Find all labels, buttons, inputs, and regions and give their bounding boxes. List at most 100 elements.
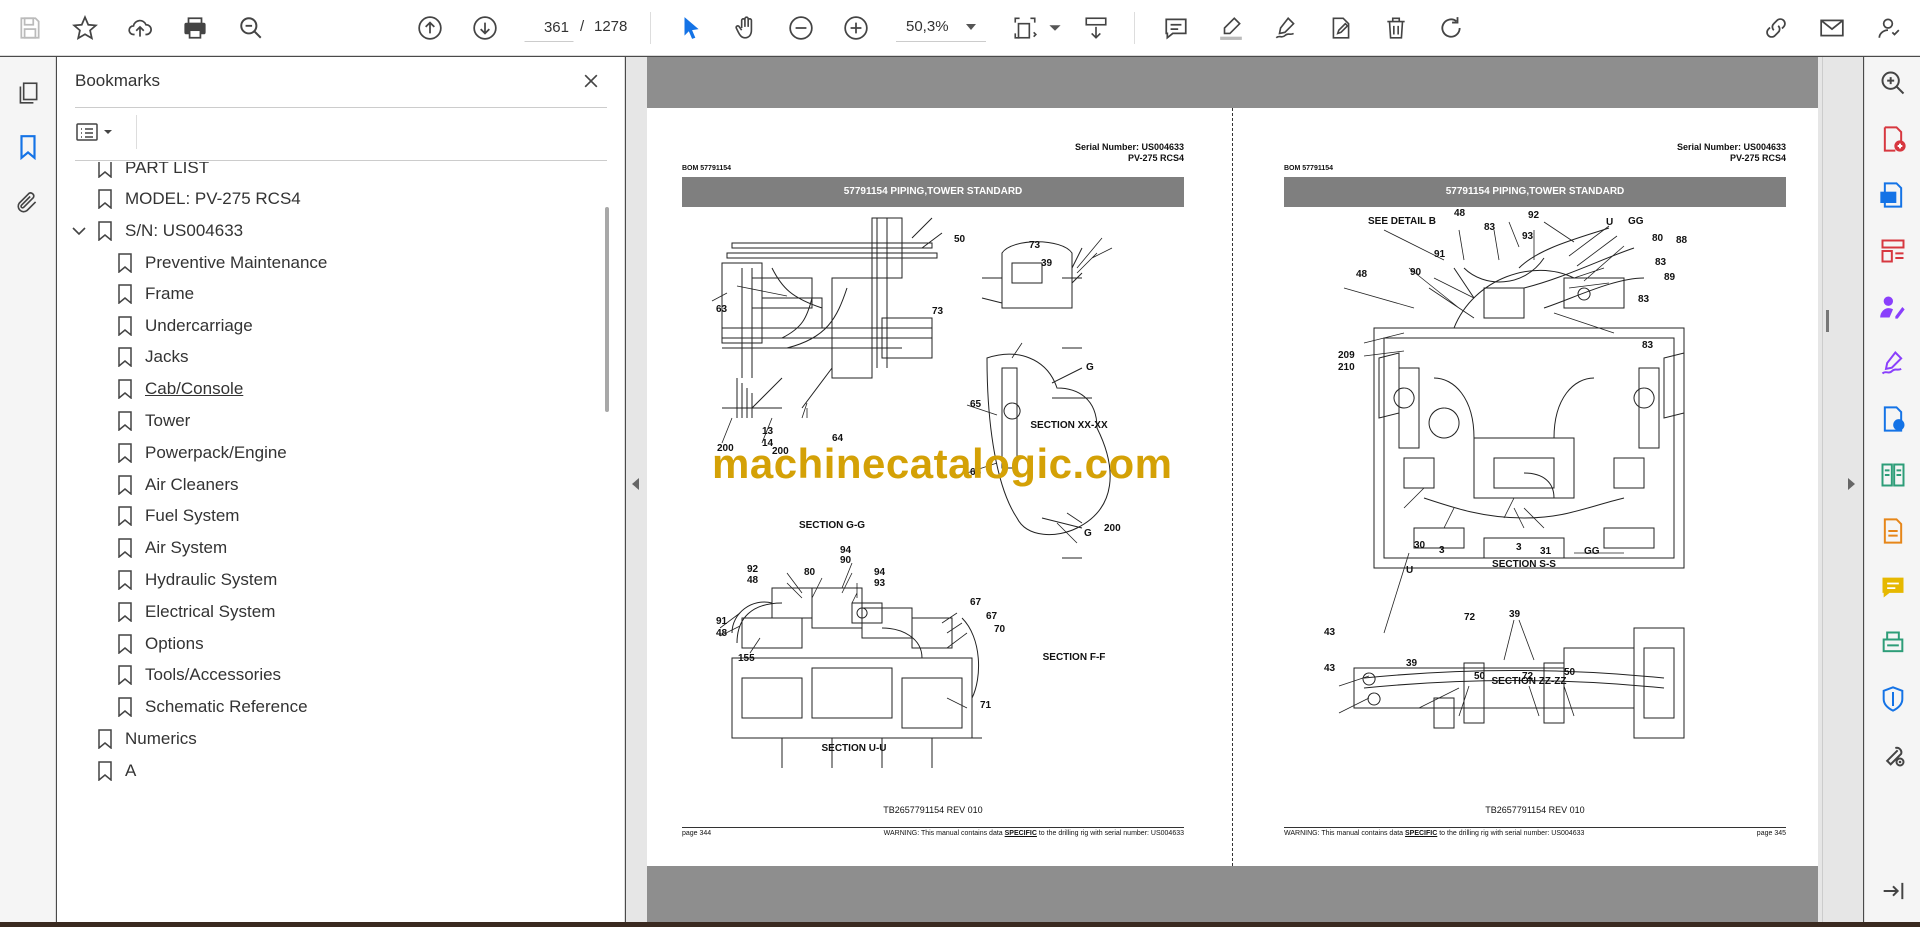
bookmark-icon bbox=[118, 570, 132, 590]
print-icon[interactable] bbox=[177, 10, 213, 46]
bookmark-item-frame[interactable]: Frame bbox=[117, 279, 194, 309]
bookmark-list: PART LIST MODEL: PV-275 RCS4 S/N: US0046… bbox=[57, 162, 597, 922]
bookmark-item-preventive-maintenance[interactable]: Preventive Maintenance bbox=[117, 248, 327, 278]
viewer-scrollbar[interactable] bbox=[1826, 310, 1829, 332]
next-page-icon[interactable] bbox=[467, 10, 503, 46]
bookmark-icon bbox=[98, 761, 112, 781]
highlight-icon[interactable] bbox=[1213, 10, 1249, 46]
bookmarks-icon[interactable] bbox=[10, 129, 46, 165]
share-link-icon[interactable] bbox=[1758, 10, 1794, 46]
bookmark-item-model[interactable]: MODEL: PV-275 RCS4 bbox=[97, 184, 301, 214]
fit-page-icon[interactable] bbox=[1007, 10, 1043, 46]
close-icon[interactable] bbox=[577, 67, 605, 95]
collapse-left-icon[interactable] bbox=[632, 478, 639, 490]
svg-text:50: 50 bbox=[1474, 671, 1486, 682]
svg-text:155: 155 bbox=[738, 653, 755, 664]
zoom-search-icon[interactable] bbox=[233, 10, 269, 46]
collapse-right-icon[interactable] bbox=[1848, 478, 1855, 490]
serial-number: Serial Number: US004633 bbox=[1676, 142, 1786, 152]
request-sign-icon[interactable] bbox=[1877, 347, 1909, 379]
attachments-icon[interactable] bbox=[10, 185, 46, 221]
scroll-mode-icon[interactable] bbox=[1078, 10, 1114, 46]
chevron-down-icon[interactable] bbox=[70, 222, 88, 240]
bookmark-icon bbox=[118, 347, 132, 367]
svg-text:67: 67 bbox=[986, 611, 998, 622]
bookmark-item-electrical-system[interactable]: Electrical System bbox=[117, 597, 275, 627]
svg-text:80: 80 bbox=[1652, 233, 1664, 244]
bookmark-item-part-list[interactable]: PART LIST bbox=[97, 162, 209, 183]
svg-text:83: 83 bbox=[1484, 222, 1496, 233]
chevron-down-icon[interactable] bbox=[966, 24, 976, 30]
warning-text: WARNING: This manual contains data SPECI… bbox=[1284, 830, 1585, 837]
page-number-input[interactable]: 361 bbox=[524, 12, 574, 42]
bookmark-item-schematic-reference[interactable]: Schematic Reference bbox=[117, 692, 308, 722]
bookmark-options-button[interactable] bbox=[75, 117, 127, 147]
collapse-icon[interactable] bbox=[1877, 875, 1909, 907]
tools-icon[interactable] bbox=[1877, 739, 1909, 771]
zoom-in-icon[interactable] bbox=[838, 10, 874, 46]
section-label: SECTION ZZ-ZZ bbox=[1492, 676, 1567, 687]
bookmark-item-jacks[interactable]: Jacks bbox=[117, 342, 188, 372]
svg-text:63: 63 bbox=[716, 304, 728, 315]
bookmark-item-hydraulic-system[interactable]: Hydraulic System bbox=[117, 565, 277, 595]
bookmark-icon bbox=[98, 221, 112, 241]
svg-text:67: 67 bbox=[970, 597, 982, 608]
export-pdf-icon[interactable] bbox=[1877, 179, 1909, 211]
page-thumbnails-icon[interactable] bbox=[10, 75, 46, 111]
bookmark-item-options[interactable]: Options bbox=[117, 629, 204, 659]
save-icon[interactable] bbox=[12, 10, 48, 46]
comment-icon[interactable] bbox=[1158, 10, 1194, 46]
bookmark-item-tower[interactable]: Tower bbox=[117, 406, 190, 436]
edit-icon[interactable] bbox=[1323, 10, 1359, 46]
main-toolbar: 361 / 1278 50,3% bbox=[0, 0, 1920, 56]
bookmark-item-a[interactable]: A bbox=[97, 756, 136, 786]
bookmark-item-numerics[interactable]: Numerics bbox=[97, 724, 197, 754]
svg-text:31: 31 bbox=[1540, 546, 1552, 557]
organize-icon[interactable] bbox=[1877, 235, 1909, 267]
svg-text:U: U bbox=[1606, 217, 1613, 228]
svg-text:93: 93 bbox=[874, 578, 886, 589]
protect-icon[interactable] bbox=[1877, 683, 1909, 715]
warning-text: WARNING: This manual contains data SPECI… bbox=[883, 830, 1184, 837]
bookmark-item-serial[interactable]: S/N: US004633 bbox=[97, 216, 243, 246]
fit-dropdown-icon[interactable] bbox=[1048, 10, 1062, 46]
rotate-icon[interactable] bbox=[1433, 10, 1469, 46]
bookmark-item-air-cleaners[interactable]: Air Cleaners bbox=[117, 470, 239, 500]
svg-text:90: 90 bbox=[1410, 267, 1422, 278]
upload-icon[interactable] bbox=[122, 10, 158, 46]
add-pdf-icon[interactable] bbox=[1877, 123, 1909, 155]
svg-text:83: 83 bbox=[1642, 340, 1654, 351]
prev-page-icon[interactable] bbox=[412, 10, 448, 46]
svg-text:39: 39 bbox=[1509, 609, 1521, 620]
delete-icon[interactable] bbox=[1378, 10, 1414, 46]
panel-scrollbar[interactable] bbox=[605, 207, 609, 412]
search-zoom-icon[interactable] bbox=[1877, 67, 1909, 99]
hand-icon[interactable] bbox=[728, 10, 764, 46]
star-icon[interactable] bbox=[67, 10, 103, 46]
bookmark-item-tools-accessories[interactable]: Tools/Accessories bbox=[117, 660, 281, 690]
bookmark-item-cab-console[interactable]: Cab/Console bbox=[117, 374, 243, 404]
scan-icon[interactable] bbox=[1877, 627, 1909, 659]
select-arrow-icon[interactable] bbox=[673, 10, 709, 46]
bookmark-icon bbox=[118, 538, 132, 558]
taskbar-edge bbox=[0, 922, 1920, 927]
svg-text:48: 48 bbox=[716, 628, 728, 639]
svg-text:94: 94 bbox=[874, 567, 886, 578]
sign-icon[interactable] bbox=[1268, 10, 1304, 46]
page-gutter bbox=[1232, 108, 1233, 866]
page-total: 1278 bbox=[594, 18, 628, 35]
zoom-out-icon[interactable] bbox=[783, 10, 819, 46]
fill-sign-icon[interactable] bbox=[1877, 291, 1909, 323]
account-icon[interactable] bbox=[1870, 10, 1906, 46]
compare-icon[interactable] bbox=[1877, 459, 1909, 491]
bookmark-item-air-system[interactable]: Air System bbox=[117, 533, 227, 563]
send-icon[interactable] bbox=[1877, 403, 1909, 435]
combine-icon[interactable] bbox=[1877, 515, 1909, 547]
bookmark-item-fuel-system[interactable]: Fuel System bbox=[117, 501, 239, 531]
email-icon[interactable] bbox=[1814, 10, 1850, 46]
bookmark-item-powerpack-engine[interactable]: Powerpack/Engine bbox=[117, 438, 287, 468]
bookmark-item-undercarriage[interactable]: Undercarriage bbox=[117, 311, 253, 341]
comment-icon[interactable] bbox=[1877, 571, 1909, 603]
svg-text:39: 39 bbox=[1041, 258, 1053, 269]
bookmark-label: Fuel System bbox=[145, 506, 240, 525]
